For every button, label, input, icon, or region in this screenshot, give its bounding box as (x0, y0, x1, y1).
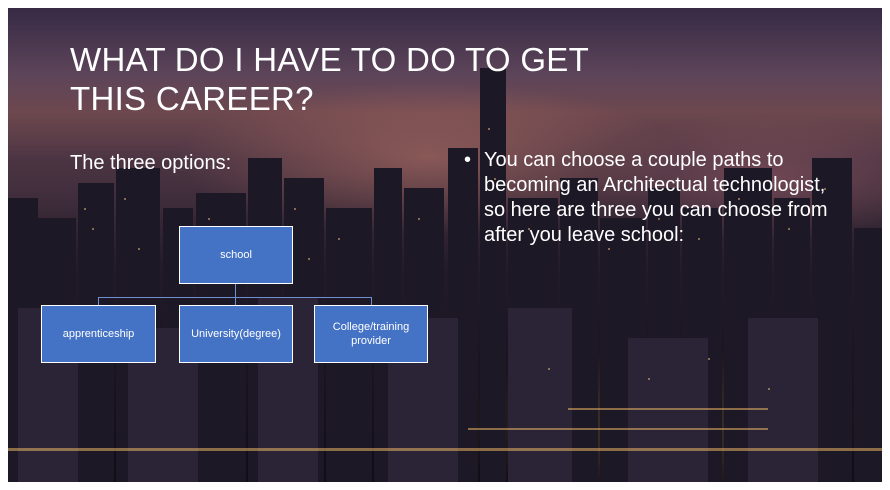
org-box-apprenticeship[interactable]: apprenticeship (41, 305, 156, 363)
connector-line-left (98, 297, 99, 305)
bullet-item-text: You can choose a couple paths to becomin… (484, 149, 828, 246)
options-subheading: The three options: (70, 152, 232, 174)
connector-line-right (371, 297, 372, 305)
connector-line-middle (235, 297, 236, 305)
connector-line-root (235, 284, 236, 298)
slide: WHAT DO I HAVE TO DO TO GET THIS CAREER?… (8, 8, 882, 482)
bullet-point-icon: • (464, 149, 472, 171)
org-box-university[interactable]: University(degree) (179, 305, 293, 363)
slide-title: WHAT DO I HAVE TO DO TO GET THIS CAREER? (70, 41, 589, 117)
org-box-college[interactable]: College/training provider (314, 305, 428, 363)
org-box-school[interactable]: school (179, 226, 293, 284)
